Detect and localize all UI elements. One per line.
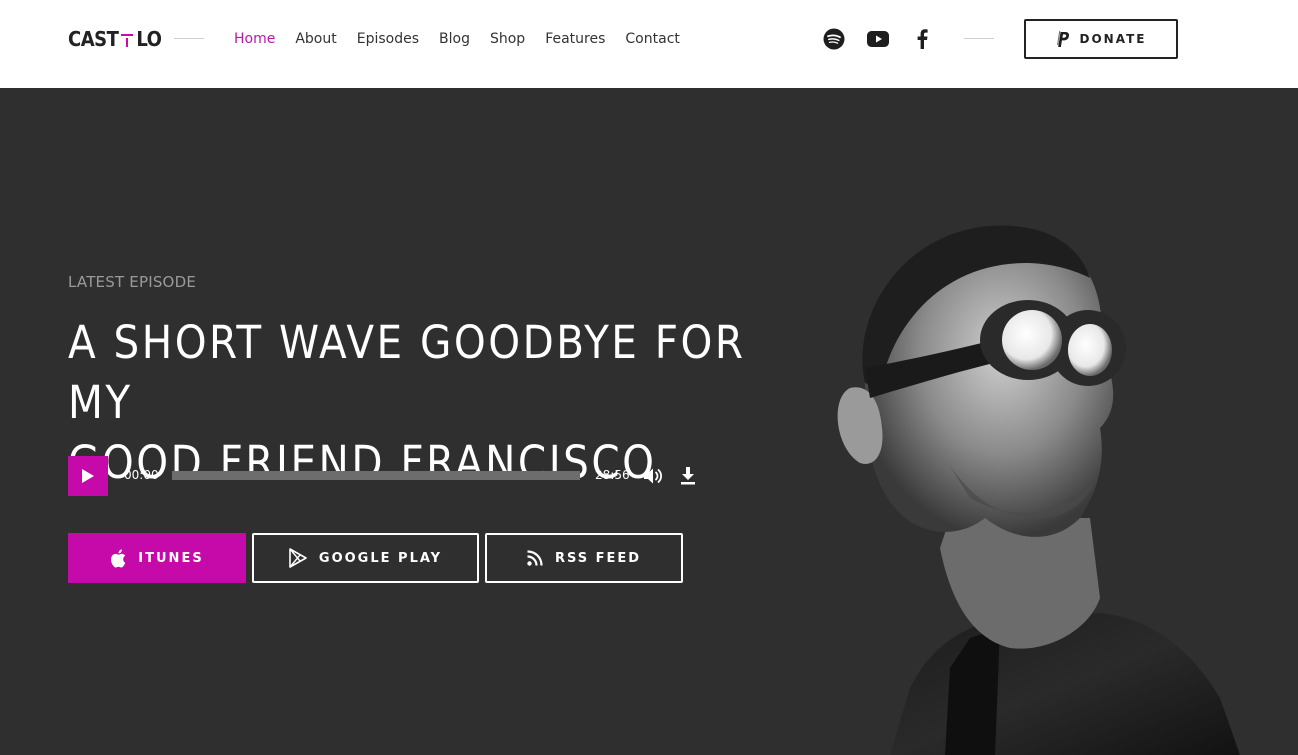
play-icon xyxy=(82,469,94,483)
logo-mark-icon xyxy=(121,30,134,48)
nav-item-shop[interactable]: Shop xyxy=(490,30,525,48)
nav-item-features[interactable]: Features xyxy=(545,30,605,48)
episode-title-line1: A SHORT WAVE GOODBYE FOR MY xyxy=(68,316,746,429)
header-divider xyxy=(174,38,204,39)
download-icon[interactable] xyxy=(678,466,698,486)
logo-text-right: LO xyxy=(136,27,162,51)
header-divider xyxy=(964,38,994,39)
paypal-icon xyxy=(1056,30,1069,47)
main-nav: Home About Episodes Blog Shop Features C… xyxy=(234,30,680,48)
youtube-icon[interactable] xyxy=(866,27,890,51)
google-play-button[interactable]: GOOGLE PLAY xyxy=(252,533,479,583)
spotify-icon[interactable] xyxy=(822,27,846,51)
rss-feed-label: RSS FEED xyxy=(554,550,642,566)
nav-item-home[interactable]: Home xyxy=(234,30,275,48)
itunes-button[interactable]: ITUNES xyxy=(68,533,246,583)
site-header: CAST LO Home About Episodes Blog Shop Fe… xyxy=(0,0,1298,88)
duration: 28:56 xyxy=(595,468,630,482)
rss-icon xyxy=(527,550,543,566)
progress-bar[interactable] xyxy=(172,471,580,480)
current-time: 00:00 xyxy=(124,468,159,482)
nav-item-about[interactable]: About xyxy=(295,30,336,48)
donate-label: DONATE xyxy=(1079,32,1147,46)
latest-episode-label: LATEST EPISODE xyxy=(68,273,196,291)
podcast-host-portrait xyxy=(837,225,1240,755)
nav-item-blog[interactable]: Blog xyxy=(439,30,470,48)
rss-feed-button[interactable]: RSS FEED xyxy=(485,533,683,583)
google-play-icon xyxy=(289,548,307,568)
audio-player: 00:00 28:56 xyxy=(68,456,698,496)
hero-section: LATEST EPISODE A SHORT WAVE GOODBYE FOR … xyxy=(0,88,1298,755)
facebook-icon[interactable] xyxy=(910,27,934,51)
site-logo[interactable]: CAST LO xyxy=(68,26,162,52)
donate-button[interactable]: DONATE xyxy=(1024,19,1178,59)
nav-item-episodes[interactable]: Episodes xyxy=(357,30,419,48)
play-button[interactable] xyxy=(68,456,108,496)
nav-item-contact[interactable]: Contact xyxy=(625,30,679,48)
logo-text-left: CAST xyxy=(68,27,119,51)
google-play-label: GOOGLE PLAY xyxy=(318,550,443,566)
itunes-label: ITUNES xyxy=(138,550,204,566)
apple-icon xyxy=(111,548,126,568)
volume-icon[interactable] xyxy=(643,466,663,486)
